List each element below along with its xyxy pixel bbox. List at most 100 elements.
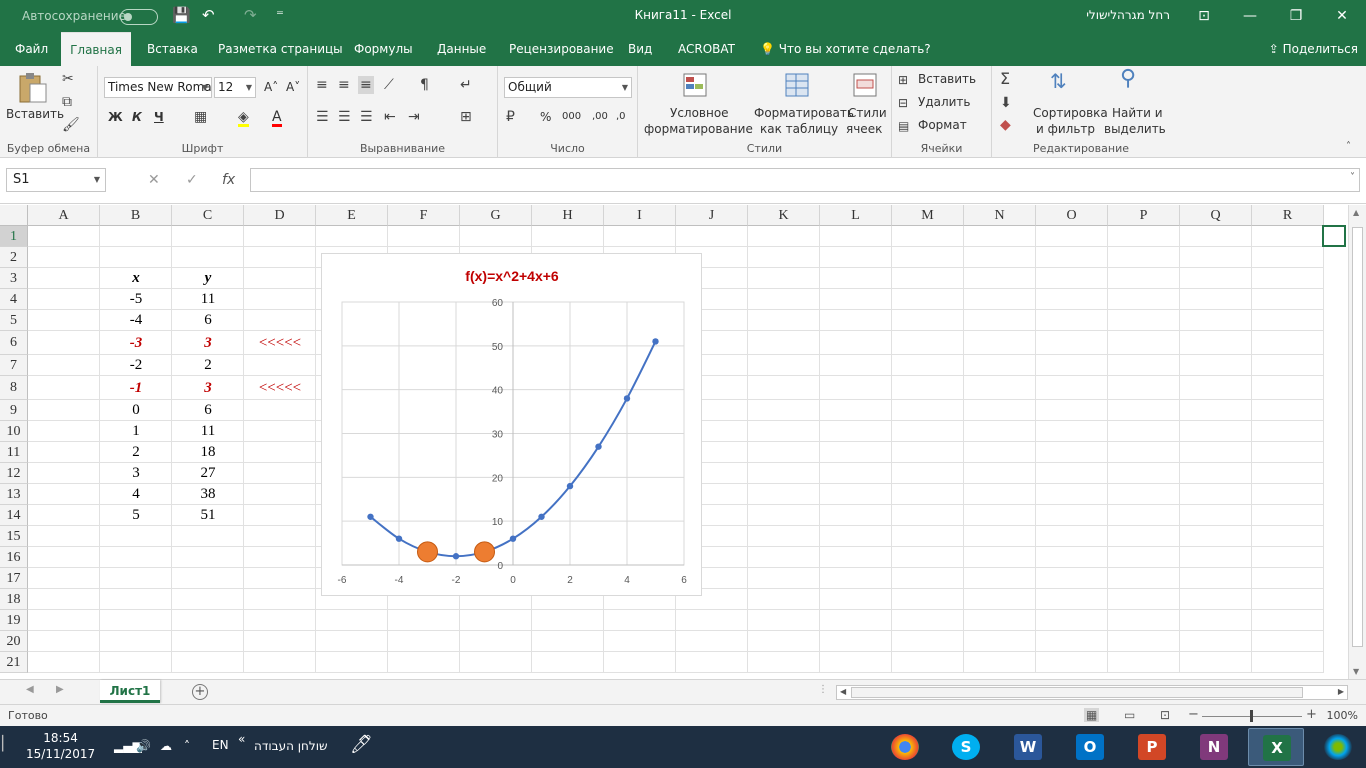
- format-cells-button[interactable]: Формат: [918, 118, 967, 132]
- ribbon-display-icon[interactable]: ⊡: [1181, 4, 1227, 28]
- cell-styles-label-1[interactable]: Стили: [848, 106, 887, 120]
- format-as-table-icon[interactable]: [784, 72, 812, 100]
- row-header-16[interactable]: 16: [0, 547, 28, 568]
- row-header-17[interactable]: 17: [0, 568, 28, 589]
- expand-formula-icon[interactable]: ˅: [1350, 172, 1355, 183]
- cell-styles-label-2[interactable]: ячеек: [846, 122, 882, 136]
- conditional-formatting-label-1[interactable]: Условное: [670, 106, 729, 120]
- align-bottom-icon[interactable]: ≡: [358, 76, 374, 94]
- increase-indent-icon[interactable]: ⇥: [408, 110, 420, 124]
- row-header-6[interactable]: 6: [0, 331, 28, 355]
- cell-c11[interactable]: 18: [172, 442, 244, 463]
- taskbar-overflow-icon[interactable]: ▏: [2, 736, 13, 752]
- cell-b14[interactable]: 5: [100, 505, 172, 526]
- column-header-b[interactable]: B: [100, 205, 172, 226]
- align-middle-icon[interactable]: ≡: [338, 78, 350, 92]
- tab-home[interactable]: Главная: [61, 32, 131, 66]
- row-header-14[interactable]: 14: [0, 505, 28, 526]
- autosum-icon[interactable]: Σ: [1000, 71, 1010, 87]
- row-header-10[interactable]: 10: [0, 421, 28, 442]
- scroll-right-icon[interactable]: ▶: [1338, 687, 1344, 696]
- chart-object[interactable]: f(x)=x^2+4x+6 -6 -4 -2 0 2 4 6 0 10 20 30 40 50 60: [321, 253, 702, 596]
- sort-filter-label-2[interactable]: и фильтр: [1036, 122, 1095, 136]
- format-as-table-label-1[interactable]: Форматировать: [754, 106, 854, 120]
- system-clock[interactable]: 18:54 15/11/2017: [26, 730, 95, 762]
- column-header-d[interactable]: D: [244, 205, 316, 226]
- column-header-g[interactable]: G: [460, 205, 532, 226]
- currency-icon[interactable]: ₽: [506, 110, 515, 124]
- bold-button[interactable]: Ж: [108, 110, 123, 124]
- cell-b11[interactable]: 2: [100, 442, 172, 463]
- row-header-19[interactable]: 19: [0, 610, 28, 631]
- toolbar-chevron-icon[interactable]: «: [238, 732, 245, 746]
- zoom-slider-handle[interactable]: [1250, 710, 1253, 722]
- column-header-l[interactable]: L: [820, 205, 892, 226]
- tell-me-search[interactable]: 💡 Что вы хотите сделать?: [760, 32, 931, 66]
- close-icon[interactable]: ✕: [1319, 4, 1365, 28]
- cell-d8[interactable]: <<<<<: [244, 376, 316, 400]
- name-box[interactable]: S1 ▼: [6, 168, 106, 192]
- orientation-icon[interactable]: ⟋: [384, 78, 394, 92]
- cell-c14[interactable]: 51: [172, 505, 244, 526]
- paste-button[interactable]: Вставить: [6, 107, 64, 121]
- horizontal-scrollbar[interactable]: ◀ ▶: [836, 685, 1348, 700]
- cancel-icon[interactable]: ✕: [148, 172, 160, 188]
- row-header-5[interactable]: 5: [0, 310, 28, 331]
- minimize-icon[interactable]: —: [1227, 4, 1273, 28]
- sort-filter-label-1[interactable]: Сортировка: [1033, 106, 1108, 120]
- cell-c12[interactable]: 27: [172, 463, 244, 484]
- tab-acrobat[interactable]: ACROBAT: [678, 32, 735, 66]
- scroll-left-icon[interactable]: ◀: [840, 687, 846, 696]
- increase-decimal-button[interactable]: ,00: [592, 111, 608, 122]
- paste-icon[interactable]: [16, 72, 48, 104]
- collapse-ribbon-icon[interactable]: ˄: [1346, 140, 1351, 154]
- column-header-h[interactable]: H: [532, 205, 604, 226]
- tray-expand-icon[interactable]: ˄: [184, 739, 190, 753]
- sheet-tab-list1[interactable]: Лист1: [100, 680, 160, 703]
- share-button[interactable]: ⇪ Поделиться: [1269, 32, 1358, 66]
- conditional-formatting-label-2[interactable]: форматирование: [644, 122, 753, 136]
- rtl-icon[interactable]: ¶: [420, 78, 429, 92]
- column-header-p[interactable]: P: [1108, 205, 1180, 226]
- find-select-label-1[interactable]: Найти и: [1112, 106, 1163, 120]
- cell-c10[interactable]: 11: [172, 421, 244, 442]
- insert-function-icon[interactable]: fx: [222, 172, 235, 188]
- row-header-7[interactable]: 7: [0, 355, 28, 376]
- cell-b7[interactable]: -2: [100, 355, 172, 376]
- language-indicator[interactable]: EN: [212, 738, 229, 752]
- wrap-text-icon[interactable]: ↵: [460, 78, 472, 92]
- cell-c6[interactable]: 3: [172, 331, 244, 355]
- column-header-n[interactable]: N: [964, 205, 1036, 226]
- row-header-12[interactable]: 12: [0, 463, 28, 484]
- row-header-13[interactable]: 13: [0, 484, 28, 505]
- tab-data[interactable]: Данные: [437, 32, 486, 66]
- active-cell-s1[interactable]: [1322, 225, 1346, 247]
- cell-b5[interactable]: -4: [100, 310, 172, 331]
- volume-icon[interactable]: 🔊: [136, 739, 151, 753]
- font-size-select[interactable]: 12 ▼: [214, 77, 256, 98]
- column-header-o[interactable]: O: [1036, 205, 1108, 226]
- vertical-scrollbar[interactable]: ▲ ▼: [1348, 205, 1366, 679]
- tab-formulas[interactable]: Формулы: [354, 32, 413, 66]
- tab-insert[interactable]: Вставка: [147, 32, 198, 66]
- split-handle-icon[interactable]: ⋮: [818, 684, 828, 695]
- row-header-8[interactable]: 8: [0, 376, 28, 400]
- page-break-view-icon[interactable]: ⊡: [1160, 708, 1170, 722]
- align-left-icon[interactable]: ☰: [316, 110, 329, 124]
- tab-file[interactable]: Файл: [15, 32, 48, 66]
- row-header-9[interactable]: 9: [0, 400, 28, 421]
- format-as-table-label-2[interactable]: как таблицу: [760, 122, 838, 136]
- column-header-f[interactable]: F: [388, 205, 460, 226]
- taskbar-onenote[interactable]: N: [1186, 728, 1242, 766]
- page-layout-view-icon[interactable]: ▭: [1124, 708, 1135, 722]
- find-select-label-2[interactable]: выделить: [1104, 122, 1166, 136]
- zoom-out-button[interactable]: −: [1188, 707, 1199, 722]
- zoom-in-button[interactable]: +: [1306, 707, 1317, 722]
- row-header-3[interactable]: 3: [0, 268, 28, 289]
- italic-button[interactable]: К: [132, 110, 142, 124]
- row-header-11[interactable]: 11: [0, 442, 28, 463]
- cut-icon[interactable]: ✂: [62, 72, 74, 86]
- column-header-a[interactable]: A: [28, 205, 100, 226]
- taskbar-word[interactable]: W: [1000, 728, 1056, 766]
- tab-review[interactable]: Рецензирование: [509, 32, 614, 66]
